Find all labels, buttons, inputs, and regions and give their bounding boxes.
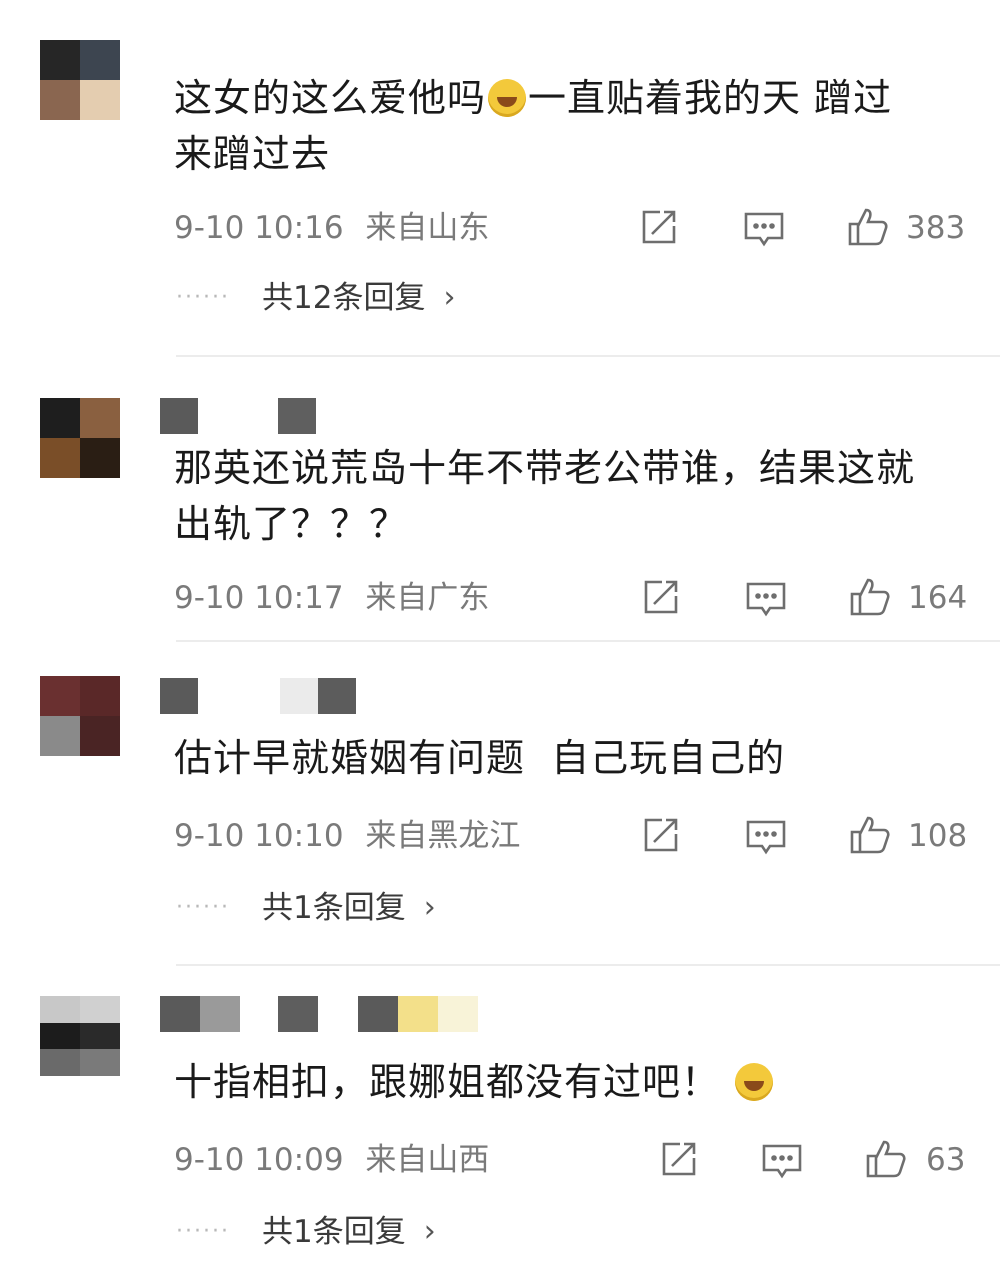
thumbs-up-icon[interactable] <box>848 574 892 618</box>
view-replies-link[interactable]: ······ 共1条回复 › <box>176 1210 436 1254</box>
like-count: 164 <box>908 580 968 616</box>
chevron-right-icon: › <box>423 1214 436 1249</box>
comment-time: 9-10 10:17 <box>174 580 344 616</box>
comment-time: 9-10 10:10 <box>174 818 344 854</box>
divider <box>176 640 1000 642</box>
avatar[interactable] <box>40 676 120 756</box>
divider <box>176 355 1000 357</box>
comment-text: 这女的这么爱他吗 一直贴着我的天 蹭过 来蹭过去 <box>174 76 893 176</box>
avatar[interactable] <box>40 996 120 1076</box>
comment-meta: 9-10 10:10 来自黑龙江 <box>174 814 520 858</box>
chevron-right-icon: › <box>443 280 456 315</box>
thumbs-up-icon[interactable] <box>848 812 892 856</box>
comment-location: 来自广东 <box>365 580 490 616</box>
comment-time: 9-10 10:16 <box>174 210 344 246</box>
thumbs-up-icon[interactable] <box>864 1136 908 1180</box>
view-replies-link[interactable]: ······ 共12条回复 › <box>176 276 455 320</box>
like-count: 108 <box>908 818 968 854</box>
chevron-right-icon: › <box>423 890 436 925</box>
comment-time: 9-10 10:09 <box>174 1142 344 1178</box>
comment-icon[interactable] <box>760 1138 804 1182</box>
share-icon[interactable] <box>638 814 682 858</box>
laughing-emoji-icon <box>488 79 527 117</box>
reply-count: 共1条回复 <box>262 1214 406 1250</box>
reply-count: 共1条回复 <box>262 890 406 926</box>
username[interactable] <box>160 398 316 434</box>
thumbs-up-icon[interactable] <box>846 204 890 248</box>
comment-location: 来自山西 <box>365 1142 490 1178</box>
comment-meta: 9-10 10:09 来自山西 <box>174 1138 489 1182</box>
reply-dots: ······ <box>176 1219 230 1244</box>
comment-icon[interactable] <box>744 814 788 858</box>
comment-meta: 9-10 10:16 来自山东 <box>174 206 489 250</box>
comment-icon[interactable] <box>744 576 788 620</box>
reply-count: 共12条回复 <box>262 280 426 316</box>
reply-dots: ······ <box>176 285 230 310</box>
comment-text: 估计早就婚姻有问题 自己玩自己的 <box>174 736 786 780</box>
share-icon[interactable] <box>656 1138 700 1182</box>
avatar[interactable] <box>40 40 120 120</box>
avatar[interactable] <box>40 398 120 478</box>
comment-location: 来自山东 <box>365 210 490 246</box>
comment-text: 那英还说荒岛十年不带老公带谁，结果这就 出轨了？？？ <box>174 446 916 546</box>
username[interactable] <box>160 678 356 714</box>
comment-meta: 9-10 10:17 来自广东 <box>174 576 489 620</box>
laughing-emoji-icon <box>735 1063 774 1101</box>
username[interactable] <box>160 996 478 1032</box>
like-count: 383 <box>906 210 966 246</box>
reply-dots: ······ <box>176 895 230 920</box>
comment-icon[interactable] <box>742 206 786 250</box>
comment-location: 来自黑龙江 <box>365 818 521 854</box>
view-replies-link[interactable]: ······ 共1条回复 › <box>176 886 436 930</box>
divider <box>176 964 1000 966</box>
share-icon[interactable] <box>636 206 680 250</box>
comment-text: 十指相扣，跟娜姐都没有过吧！ <box>174 1054 974 1110</box>
like-count: 63 <box>926 1142 966 1178</box>
share-icon[interactable] <box>638 576 682 620</box>
